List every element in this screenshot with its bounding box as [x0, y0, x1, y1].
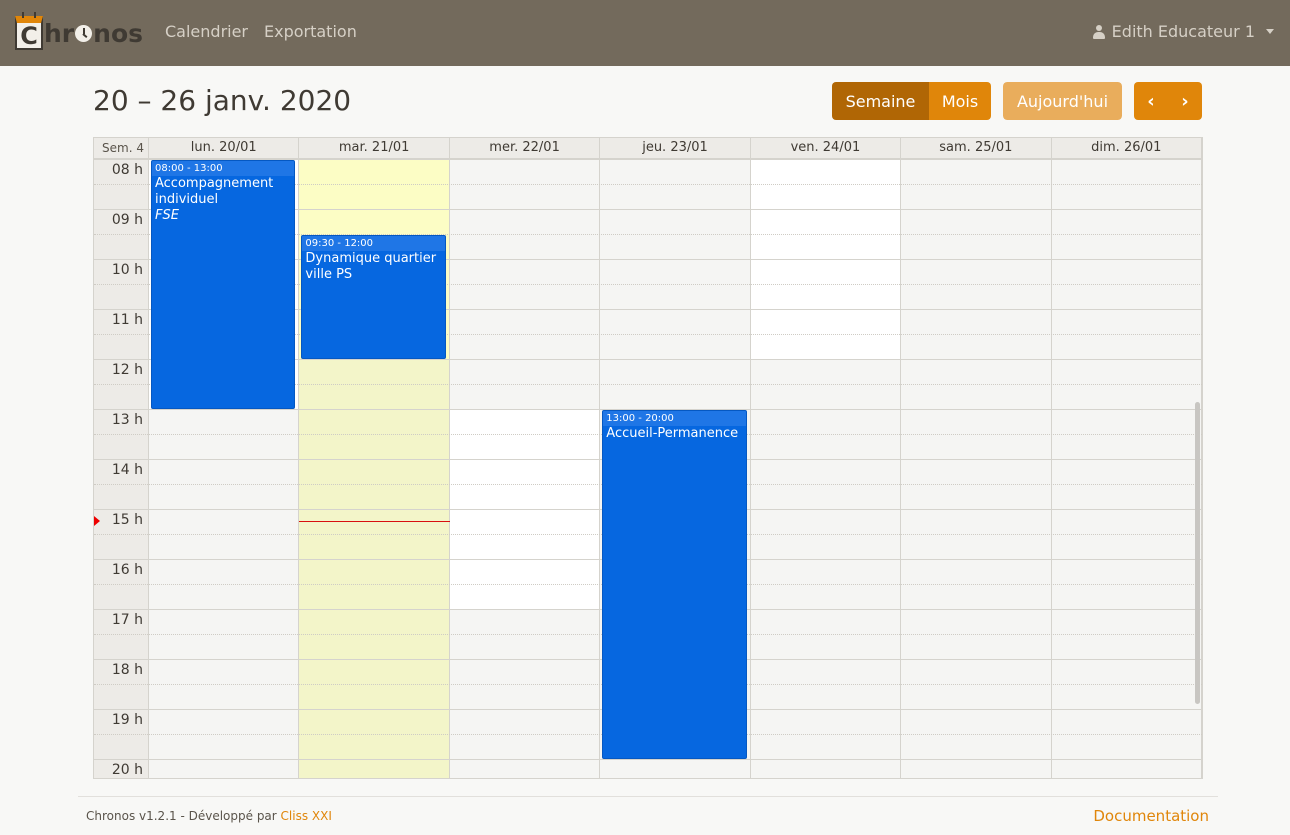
today-button[interactable]: Aujourd'hui	[1003, 82, 1122, 120]
day-header: dim. 26/01	[1052, 138, 1202, 158]
now-indicator-line	[299, 521, 450, 522]
nav-link-exportation[interactable]: Exportation	[264, 22, 357, 41]
calendar-event[interactable]: 13:00 - 20:00 Accueil-Permanence	[602, 410, 747, 759]
event-time: 13:00 - 20:00	[603, 411, 746, 426]
event-title: Accueil-Permanence	[606, 426, 739, 441]
scrollbar[interactable]	[1195, 402, 1200, 704]
hour-label: 18 h	[111, 662, 143, 678]
event-title: Dynamique quartier ville PS	[305, 251, 437, 282]
documentation-link[interactable]: Documentation	[1093, 807, 1209, 825]
day-header: sam. 25/01	[901, 138, 1052, 158]
navbar: C hr nos Calendrier Exportation Edith Edu…	[0, 0, 1290, 66]
nav-link-calendrier[interactable]: Calendrier	[165, 22, 248, 41]
time-axis: 08 h 09 h 10 h 11 h 12 h 13 h 14 h 15 h 16 h 17 h…	[94, 160, 149, 778]
calendar-header: Sem. 4 lun. 20/01 mar. 21/01 mer. 22/01 jeu…	[94, 138, 1202, 160]
user-icon	[1092, 24, 1105, 39]
chevron-down-icon	[1266, 29, 1274, 34]
nav-arrows: ‹ ›	[1134, 82, 1202, 120]
week-calendar: Sem. 4 lun. 20/01 mar. 21/01 mer. 22/01 jeu…	[93, 137, 1203, 779]
footer-version: Chronos v1.2.1 - Développé par	[86, 809, 281, 823]
now-indicator-arrow	[94, 516, 100, 526]
chevron-left-icon: ‹	[1147, 90, 1155, 112]
calendar-logo-icon: C	[15, 12, 43, 50]
view-switcher: Semaine Mois	[832, 82, 991, 120]
day-column[interactable]	[750, 160, 902, 778]
brand-logo[interactable]: C hr nos	[15, 12, 143, 52]
day-header: ven. 24/01	[751, 138, 902, 158]
hour-label: 14 h	[111, 462, 143, 478]
user-menu[interactable]: Edith Educateur 1	[1092, 22, 1274, 41]
prev-week-button[interactable]: ‹	[1134, 82, 1168, 120]
next-week-button[interactable]: ›	[1168, 82, 1202, 120]
day-header: lun. 20/01	[149, 138, 300, 158]
hour-label: 16 h	[111, 562, 143, 578]
week-view-button[interactable]: Semaine	[832, 82, 929, 120]
calendar-body[interactable]: 08 h 09 h 10 h 11 h 12 h 13 h 14 h 15 h 16 h 17 h…	[94, 160, 1202, 778]
event-subtitle: FSE	[155, 208, 179, 223]
hour-label: 17 h	[111, 612, 143, 628]
hour-label: 10 h	[111, 262, 143, 278]
business-hours-block	[750, 160, 901, 360]
page-title: 20 – 26 janv. 2020	[93, 84, 352, 117]
calendar-event[interactable]: 09:30 - 12:00 Dynamique quartier ville PS	[301, 235, 446, 359]
week-number: Sem. 4	[94, 138, 149, 158]
author-link[interactable]: Cliss XXI	[281, 809, 332, 823]
calendar-event[interactable]: 08:00 - 13:00 Accompagnement individuel FS…	[151, 160, 296, 409]
clock-icon	[75, 24, 93, 42]
hour-label: 20 h	[111, 762, 143, 778]
brand-text: hr nos	[44, 18, 143, 48]
footer-credits: Chronos v1.2.1 - Développé par Cliss XXI	[86, 809, 332, 823]
event-time: 09:30 - 12:00	[302, 236, 445, 251]
day-header: jeu. 23/01	[600, 138, 751, 158]
hour-label: 13 h	[111, 412, 143, 428]
hour-label: 12 h	[111, 362, 143, 378]
footer-divider	[78, 796, 1218, 797]
hour-label: 19 h	[111, 712, 143, 728]
today-group: Aujourd'hui	[1003, 82, 1122, 120]
event-time: 08:00 - 13:00	[152, 161, 295, 176]
hour-label: 11 h	[111, 312, 143, 328]
day-column[interactable]	[901, 160, 1052, 778]
day-column[interactable]	[449, 160, 601, 778]
business-hours-block	[449, 410, 600, 610]
day-header: mar. 21/01	[299, 138, 450, 158]
hour-gridline	[94, 759, 1202, 760]
chevron-right-icon: ›	[1181, 90, 1189, 112]
hour-label: 15 h	[111, 512, 143, 528]
hour-label: 08 h	[111, 162, 143, 178]
month-view-button[interactable]: Mois	[929, 82, 991, 120]
day-column[interactable]	[1052, 160, 1202, 778]
hour-label: 09 h	[111, 212, 143, 228]
day-header: mer. 22/01	[450, 138, 601, 158]
event-title: Accompagnement individuel	[155, 176, 274, 207]
user-name: Edith Educateur 1	[1111, 22, 1255, 41]
